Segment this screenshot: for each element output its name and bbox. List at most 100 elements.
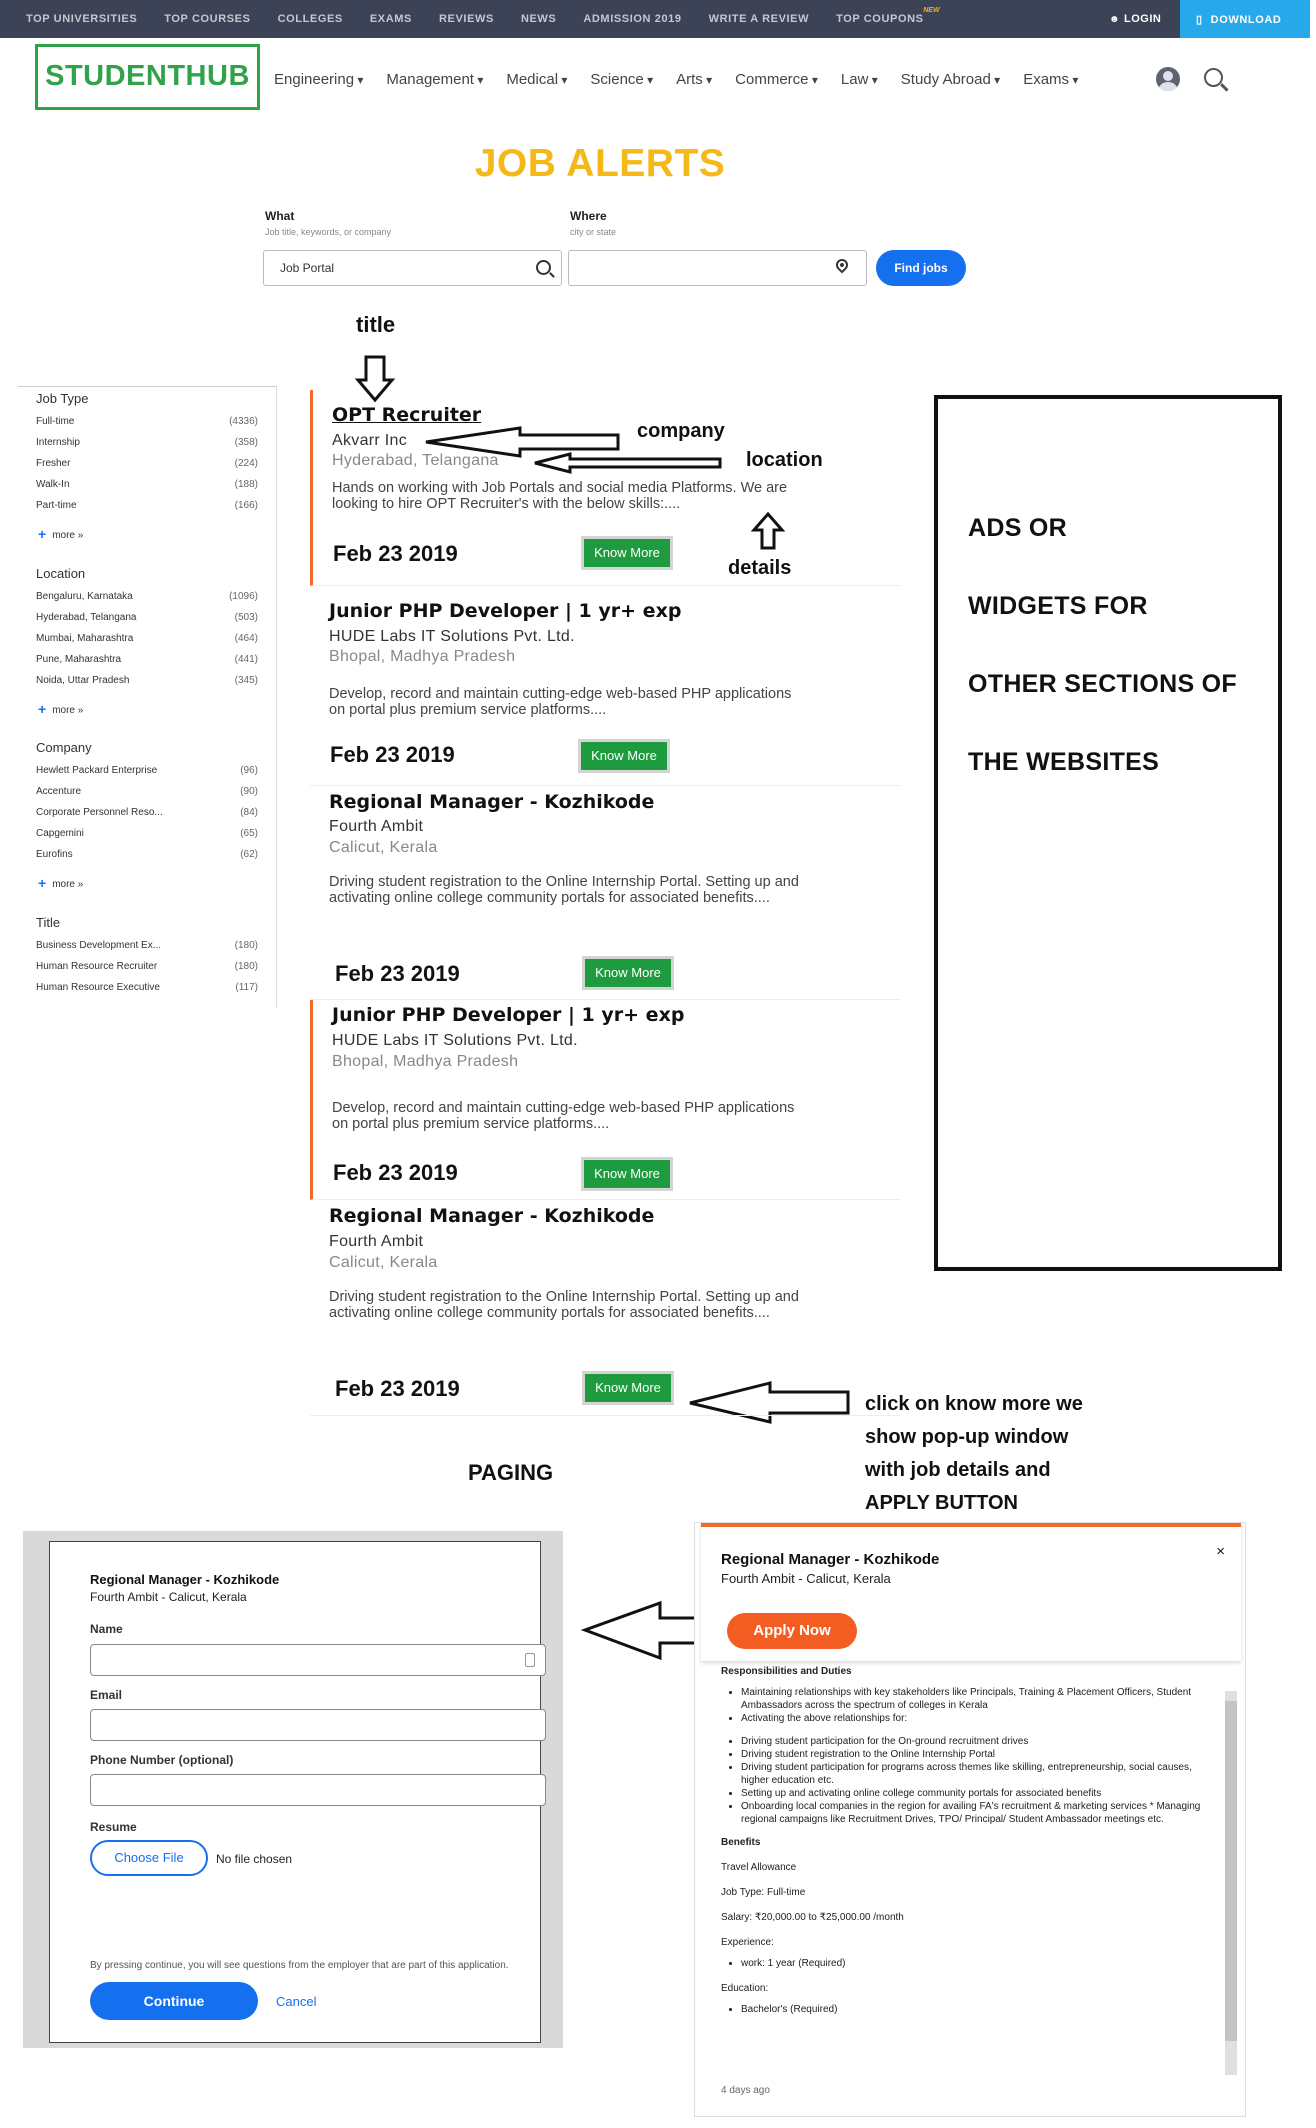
- job-location: Bhopal, Madhya Pradesh: [329, 648, 516, 665]
- job-card[interactable]: Regional Manager - Kozhikode Fourth Ambi…: [310, 1200, 900, 1416]
- apply-now-button[interactable]: Apply Now: [727, 1613, 857, 1649]
- facet-item[interactable]: Human Resource Executive (117): [36, 982, 258, 993]
- facet-item[interactable]: Pune, Maharashtra (441): [36, 654, 258, 665]
- facet-item[interactable]: Eurofins (62): [36, 849, 258, 860]
- facet-item[interactable]: Capgemini (65): [36, 828, 258, 839]
- facet-heading-company: Company: [36, 740, 92, 755]
- phone-field[interactable]: [90, 1774, 546, 1806]
- facet-count: (224): [234, 458, 258, 469]
- facet-count: (464): [234, 633, 258, 644]
- facet-item[interactable]: Bengaluru, Karnataka (1096): [36, 591, 258, 602]
- job-date: Feb 23 2019: [333, 1160, 458, 1185]
- filter-sidebar: Job Type Full-time (4336) Internship (358)…: [18, 386, 277, 1008]
- list-item: work: 1 year (Required): [741, 1957, 1221, 1970]
- phone-label: Phone Number (optional): [90, 1753, 234, 1767]
- know-more-button[interactable]: Know More: [581, 1157, 673, 1191]
- facet-count: (188): [234, 479, 258, 490]
- job-card[interactable]: OPT Recruiter Akvarr Inc Hyderabad, Tela…: [310, 390, 900, 586]
- know-more-button[interactable]: Know More: [582, 1371, 674, 1405]
- application-screenshot: Regional Manager - Kozhikode Fourth Ambi…: [23, 1531, 563, 2048]
- job-description: Hands on working with Job Portals and so…: [332, 480, 788, 512]
- facet-item[interactable]: Human Resource Recruiter (180): [36, 961, 258, 972]
- email-field[interactable]: [90, 1709, 546, 1741]
- facet-label: Walk-In: [36, 479, 70, 490]
- ads-text-line: WIDGETS FOR: [968, 592, 1148, 620]
- facet-item[interactable]: Hyderabad, Telangana (503): [36, 612, 258, 623]
- job-card[interactable]: Junior PHP Developer | 1 yr+ exp HUDE La…: [310, 1000, 900, 1200]
- job-description: Develop, record and maintain cutting-edg…: [332, 1100, 795, 1132]
- job-title[interactable]: Junior PHP Developer | 1 yr+ exp: [332, 1004, 684, 1026]
- job-detail-screenshot: Responsibilities and Duties Maintaining …: [694, 1522, 1246, 2117]
- modal-job-subtitle: Fourth Ambit - Calicut, Kerala: [90, 1590, 247, 1604]
- facet-item[interactable]: Accenture (90): [36, 786, 258, 797]
- continue-button[interactable]: Continue: [90, 1982, 258, 2020]
- responsibilities-heading: Responsibilities and Duties: [721, 1666, 852, 1677]
- facet-count: (345): [234, 675, 258, 686]
- modal-job-subtitle: Fourth Ambit - Calicut, Kerala: [721, 1571, 891, 1586]
- facet-label: Hewlett Packard Enterprise: [36, 765, 158, 776]
- facet-count: (90): [240, 786, 258, 797]
- job-company: Fourth Ambit: [329, 818, 424, 835]
- ads-text-line: ADS OR: [968, 514, 1068, 542]
- facet-count: (1096): [229, 591, 258, 602]
- facet-count: (503): [234, 612, 258, 623]
- list-item: Driving student registration to the Onli…: [741, 1748, 1221, 1761]
- benefits-heading: Benefits: [721, 1837, 761, 1848]
- name-field[interactable]: [90, 1644, 546, 1676]
- scrollbar[interactable]: [1225, 1691, 1237, 2075]
- job-list: OPT Recruiter Akvarr Inc Hyderabad, Tela…: [310, 390, 900, 1430]
- know-more-button[interactable]: Know More: [582, 956, 674, 990]
- facet-label: Internship: [36, 437, 80, 448]
- plus-icon: +: [38, 701, 47, 717]
- know-more-button[interactable]: Know More: [578, 739, 670, 773]
- contact-card-icon: [525, 1653, 535, 1667]
- facet-count: (4336): [229, 416, 258, 427]
- salary-text: Salary: ₹20,000.00 to ₹25,000.00 /month: [721, 1912, 904, 1923]
- facet-item[interactable]: Full-time (4336): [36, 416, 258, 427]
- scrollbar-thumb[interactable]: [1225, 1701, 1237, 2041]
- facet-label: Fresher: [36, 458, 71, 469]
- job-location: Bhopal, Madhya Pradesh: [332, 1053, 519, 1070]
- facet-item[interactable]: Part-time (166): [36, 500, 258, 511]
- close-icon[interactable]: ×: [1216, 1543, 1225, 1560]
- ads-text-line: OTHER SECTIONS OF: [968, 670, 1238, 698]
- job-title[interactable]: Regional Manager - Kozhikode: [329, 791, 654, 813]
- job-location: Calicut, Kerala: [329, 839, 438, 856]
- facet-count: (65): [240, 828, 258, 839]
- facet-item[interactable]: Noida, Uttar Pradesh (345): [36, 675, 258, 686]
- list-item: Bachelor's (Required): [741, 2003, 1221, 2016]
- modal-job-title: Regional Manager - Kozhikode: [721, 1551, 940, 1568]
- facet-more-link[interactable]: + more »: [38, 701, 83, 717]
- job-title[interactable]: Junior PHP Developer | 1 yr+ exp: [329, 600, 681, 622]
- posted-age: 4 days ago: [721, 2085, 770, 2096]
- know-more-button[interactable]: Know More: [581, 536, 673, 570]
- education-heading: Education:: [721, 1983, 769, 1994]
- facet-item[interactable]: Internship (358): [36, 437, 258, 448]
- facet-more-link[interactable]: + more »: [38, 875, 83, 891]
- facet-count: (441): [234, 654, 258, 665]
- facet-more-link[interactable]: + more »: [38, 526, 83, 542]
- facet-item[interactable]: Fresher (224): [36, 458, 258, 469]
- facet-label: Corporate Personnel Reso...: [36, 807, 163, 818]
- job-description: Driving student registration to the Onli…: [329, 874, 799, 906]
- job-title[interactable]: OPT Recruiter: [332, 404, 481, 426]
- facet-item[interactable]: Walk-In (188): [36, 479, 258, 490]
- job-location: Hyderabad, Telangana: [332, 452, 499, 469]
- facet-item[interactable]: Business Development Ex... (180): [36, 940, 258, 951]
- job-card[interactable]: Junior PHP Developer | 1 yr+ exp HUDE La…: [310, 586, 900, 786]
- facet-item[interactable]: Corporate Personnel Reso... (84): [36, 807, 258, 818]
- facet-item[interactable]: Hewlett Packard Enterprise (96): [36, 765, 258, 776]
- facet-count: (62): [240, 849, 258, 860]
- no-file-text: No file chosen: [216, 1852, 293, 1866]
- facet-label: Hyderabad, Telangana: [36, 612, 137, 623]
- list-item: Driving student participation for progra…: [741, 1761, 1221, 1787]
- facet-heading-job-type: Job Type: [36, 391, 89, 406]
- cancel-link[interactable]: Cancel: [276, 1994, 316, 2009]
- facet-item[interactable]: Mumbai, Maharashtra (464): [36, 633, 258, 644]
- list-item: Activating the above relationships for:: [741, 1712, 1221, 1725]
- continue-note: By pressing continue, you will see quest…: [90, 1960, 509, 1971]
- choose-file-button[interactable]: Choose File: [90, 1840, 208, 1876]
- job-card[interactable]: Regional Manager - Kozhikode Fourth Ambi…: [310, 786, 900, 1000]
- facet-more-label: more »: [52, 530, 84, 541]
- job-title[interactable]: Regional Manager - Kozhikode: [329, 1205, 654, 1227]
